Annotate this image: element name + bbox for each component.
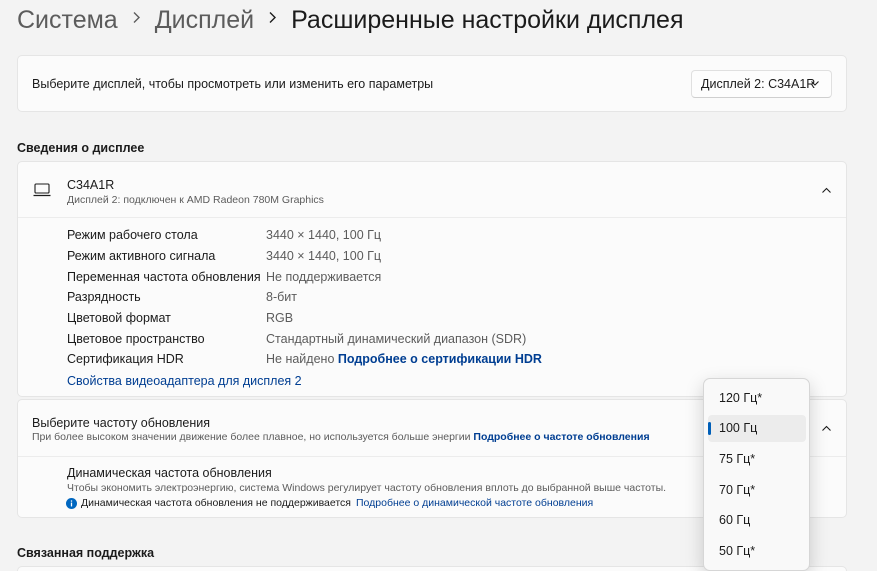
chevron-right-icon [132,11,141,29]
refresh-rate-dropdown: 120 Гц* 100 Гц 75 Гц* 70 Гц* 60 Гц 50 Гц… [703,378,810,571]
refresh-option-120[interactable]: 120 Гц* [708,385,806,412]
display-info-card: C34A1R Дисплей 2: подключен к AMD Radeon… [17,161,847,397]
info-row-value: Стандартный динамический диапазон (SDR) [266,332,527,346]
info-row: Цветовой формат RGB [67,311,837,328]
breadcrumb-item-display[interactable]: Дисплей [155,6,254,35]
display-combobox-value: Дисплей 2: C34A1R [701,77,816,91]
info-row-key: Режим активного сигнала [67,249,216,263]
breadcrumb: Система Дисплей Расширенные настройки ди… [17,6,684,35]
info-row-value: 3440 × 1440, 100 Гц [266,249,382,263]
info-row-value: Не найдено Подробнее о сертификации HDR [266,352,542,366]
chevron-down-icon [811,81,819,86]
refresh-rate-sub: При более высоком значении движение боле… [32,431,471,443]
dynamic-refresh-learn-link[interactable]: Подробнее о динамической частоте обновле… [356,497,593,509]
info-row-key: Режим рабочего стола [67,228,198,242]
info-row: Разрядность 8-бит [67,290,837,307]
refresh-option-70[interactable]: 70 Гц* [708,477,806,504]
info-row: Сертификация HDR Не найдено Подробнее о … [67,352,837,369]
refresh-rate-learn-link[interactable]: Подробнее о частоте обновления [473,431,649,443]
info-row-value: RGB [266,311,294,325]
dynamic-refresh-title: Динамическая частота обновления [67,466,272,480]
monitor-icon [33,183,51,197]
refresh-option-50[interactable]: 50 Гц* [708,538,806,565]
monitor-name: C34A1R [67,178,115,192]
refresh-rate-title: Выберите частоту обновления [32,416,211,430]
info-row: Режим активного сигнала 3440 × 1440, 100… [67,249,837,266]
display-select-label: Выберите дисплей, чтобы просмотреть или … [32,77,434,91]
section-title-related-support: Связанная поддержка [17,546,155,560]
display-select-card: Выберите дисплей, чтобы просмотреть или … [17,55,847,112]
refresh-rate-description: При более высоком значении движение боле… [32,431,650,443]
dynamic-refresh-unsupported: Динамическая частота обновления не подде… [81,497,351,509]
info-row-key: Переменная частота обновления [67,270,261,284]
adapter-properties-link[interactable]: Свойства видеоадаптера для дисплея 2 [67,374,302,388]
dynamic-refresh-description: Чтобы экономить электроэнергию, система … [67,482,667,494]
info-row-key: Цветовой формат [67,311,171,325]
section-title-display-info: Сведения о дисплее [17,141,145,155]
chevron-up-icon[interactable] [821,185,832,196]
chevron-right-icon [268,11,277,29]
hdr-status: Не найдено [266,352,335,366]
refresh-option-60[interactable]: 60 Гц [708,507,806,534]
info-row-key: Цветовое пространство [67,332,205,346]
info-row: Цветовое пространство Стандартный динами… [67,332,837,349]
page-title: Расширенные настройки дисплея [291,6,684,34]
info-row: Переменная частота обновления Не поддерж… [67,270,837,287]
info-row-key: Сертификация HDR [67,352,184,366]
chevron-up-icon[interactable] [821,423,832,434]
dynamic-refresh-note: Динамическая частота обновления не подде… [66,497,593,509]
info-row-value: Не поддерживается [266,270,382,284]
refresh-option-100[interactable]: 100 Гц [708,415,806,442]
display-info-header[interactable]: C34A1R Дисплей 2: подключен к AMD Radeon… [18,162,846,218]
display-combobox[interactable]: Дисплей 2: C34A1R [691,70,832,98]
info-row-value: 3440 × 1440, 100 Гц [266,228,382,242]
refresh-option-75[interactable]: 75 Гц* [708,446,806,473]
info-icon [66,497,77,509]
info-row-key: Разрядность [67,290,141,304]
info-row-value: 8-бит [266,290,297,304]
hdr-certification-link[interactable]: Подробнее о сертификации HDR [338,352,542,366]
breadcrumb-item-system[interactable]: Система [17,6,118,35]
info-row: Режим рабочего стола 3440 × 1440, 100 Гц [67,228,837,245]
monitor-connection: Дисплей 2: подключен к AMD Radeon 780M G… [67,194,324,206]
